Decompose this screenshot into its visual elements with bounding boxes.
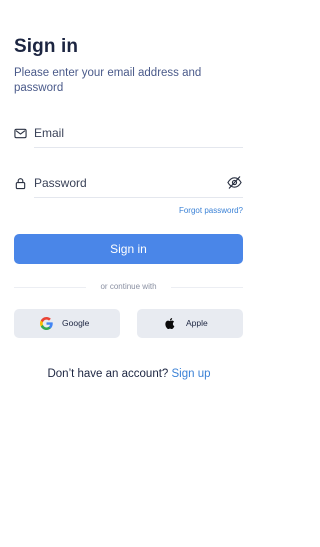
- sign-up-link[interactable]: Sign up: [172, 368, 211, 380]
- password-placeholder: Password: [34, 176, 87, 190]
- signup-prompt: Don’t have an account? Sign up: [0, 368, 258, 380]
- email-placeholder: Email: [34, 126, 65, 140]
- eye-off-icon[interactable]: [226, 175, 243, 190]
- sign-in-screen: Sign in Please enter your email address …: [0, 0, 258, 547]
- divider-line-right: [171, 287, 243, 288]
- apple-icon: [165, 317, 175, 330]
- page-subtitle: Please enter your email address and pass…: [14, 67, 202, 94]
- sign-in-button[interactable]: Sign in: [14, 234, 243, 264]
- google-icon: [40, 317, 53, 330]
- google-label: Google: [62, 318, 90, 328]
- page-title: Sign in: [14, 36, 79, 57]
- password-underline: [34, 197, 243, 198]
- email-field[interactable]: Email: [14, 124, 243, 148]
- google-button[interactable]: Google: [14, 309, 120, 338]
- lock-icon: [15, 178, 26, 190]
- forgot-password-link[interactable]: Forgot password?: [179, 206, 243, 215]
- envelope-icon: [14, 128, 27, 139]
- apple-button[interactable]: Apple: [137, 309, 243, 338]
- password-field[interactable]: Password: [14, 174, 243, 198]
- signup-prompt-text: Don’t have an account?: [47, 368, 169, 380]
- divider: or continue with: [14, 282, 243, 294]
- apple-label: Apple: [186, 318, 208, 328]
- email-underline: [34, 147, 243, 148]
